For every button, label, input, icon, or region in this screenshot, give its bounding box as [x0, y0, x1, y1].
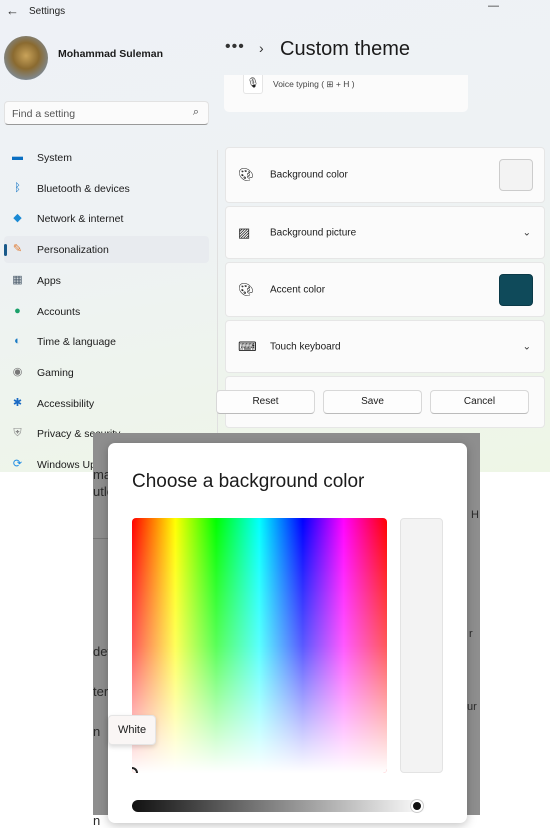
settings-window: ← Settings — Mohammad Suleman Find a set… [0, 0, 550, 472]
card-label: Background picture [270, 227, 357, 238]
backdrop-text: ter [93, 684, 109, 699]
sidebar-item-personalization[interactable]: ✎ Personalization [4, 236, 209, 264]
reset-button[interactable]: Reset [216, 390, 315, 414]
card-label: Touch keyboard [270, 341, 341, 352]
color-preview [400, 518, 443, 773]
sidebar-item-gaming[interactable]: ◉ Gaming [4, 359, 209, 386]
brightness-slider[interactable] [132, 800, 427, 812]
backdrop-text: n [93, 813, 101, 828]
backdrop-text: ur [467, 701, 477, 713]
page-title: Custom theme [280, 38, 411, 60]
background-picture-card[interactable]: ▨ Background picture ⌄ [225, 206, 545, 259]
back-button[interactable]: ← [6, 3, 19, 18]
globe-clock-icon: ◐ [14, 335, 21, 348]
update-icon: ⟳ [12, 458, 23, 470]
brush-icon: ✎ [12, 243, 23, 256]
sidebar-item-label: Time & language [37, 336, 116, 349]
voice-typing-card: 🎙 Voice typing ( ⊞ + H ) [224, 75, 468, 112]
selection-indicator [4, 244, 7, 257]
save-button[interactable]: Save [323, 390, 422, 414]
chevron-down-icon[interactable]: ⌄ [523, 227, 531, 238]
sidebar-item-accessibility[interactable]: ✱ Accessibility [4, 390, 209, 417]
sidebar-item-bluetooth-devices[interactable]: ᛒ Bluetooth & devices [4, 175, 209, 202]
accent-color-swatch[interactable] [499, 273, 533, 306]
sidebar-item-label: Apps [37, 274, 61, 287]
keyboard-icon: ⌨ [238, 338, 257, 354]
color-picker-dialog: Choose a background color [108, 443, 467, 823]
avatar[interactable] [4, 36, 48, 80]
monitor-icon: ▬ [12, 151, 23, 163]
backdrop-text: n [93, 724, 101, 739]
wifi-icon: ◆ [13, 212, 22, 225]
accent-color-card[interactable]: 🎨︎ Accent color [225, 262, 545, 317]
breadcrumb-chevron-icon: › [259, 40, 264, 56]
search-placeholder: Find a setting [12, 108, 76, 120]
sidebar-item-time-language[interactable]: ◐ Time & language [4, 328, 209, 355]
color-spectrum[interactable] [132, 518, 387, 773]
card-label: Background color [270, 169, 348, 181]
palette-icon: 🎨︎ [238, 281, 255, 297]
minimize-button[interactable]: — [488, 0, 499, 12]
backdrop-text: H [471, 509, 479, 521]
microphone-icon: 🎙 [243, 75, 263, 94]
card-label: Accent color [270, 284, 326, 295]
cancel-button[interactable]: Cancel [430, 390, 529, 414]
background-color-swatch[interactable] [499, 159, 533, 191]
tooltip: White [108, 715, 156, 745]
shield-icon: ⛨ [13, 427, 22, 440]
voice-typing-text: Voice typing ( ⊞ + H ) [273, 79, 355, 89]
bluetooth-icon: ᛒ [14, 181, 21, 194]
image-icon: ▨ [238, 224, 251, 240]
apps-icon: ▦ [12, 273, 23, 286]
sidebar-item-label: Network & internet [37, 213, 124, 226]
chevron-down-icon[interactable]: ⌄ [523, 341, 531, 352]
window-title: Settings [29, 6, 66, 17]
dialog-title: Choose a background color [132, 471, 365, 492]
gamepad-icon: ◉ [12, 365, 23, 378]
sidebar-item-label: Personalization [37, 244, 109, 257]
sidebar-item-label: Accounts [37, 305, 81, 318]
background-color-card[interactable]: 🎨︎ Background color [225, 147, 545, 203]
sidebar-item-label: Accessibility [37, 397, 95, 410]
user-name: Mohammad Suleman [58, 48, 164, 60]
sidebar-item-network-internet[interactable]: ◆ Network & internet [4, 205, 209, 232]
sidebar-item-label: Bluetooth & devices [37, 182, 130, 195]
backdrop-text: r [469, 628, 473, 640]
breadcrumb-more[interactable]: ••• [225, 38, 245, 56]
search-input[interactable]: Find a setting ⌕ [4, 101, 209, 125]
sidebar-item-label: System [37, 152, 73, 164]
accessibility-icon: ✱ [12, 396, 23, 409]
sidebar-item-label: Gaming [37, 366, 74, 379]
person-icon: ● [14, 304, 21, 317]
sidebar-item-apps[interactable]: ▦ Apps [4, 267, 209, 294]
sidebar-item-system[interactable]: ▬ System [4, 144, 209, 171]
divider [217, 150, 218, 472]
search-icon[interactable]: ⌕ [193, 106, 199, 119]
sidebar-item-accounts[interactable]: ● Accounts [4, 298, 209, 325]
touch-keyboard-card[interactable]: ⌨ Touch keyboard ⌄ [225, 320, 545, 373]
palette-icon: 🎨︎ [238, 167, 255, 182]
